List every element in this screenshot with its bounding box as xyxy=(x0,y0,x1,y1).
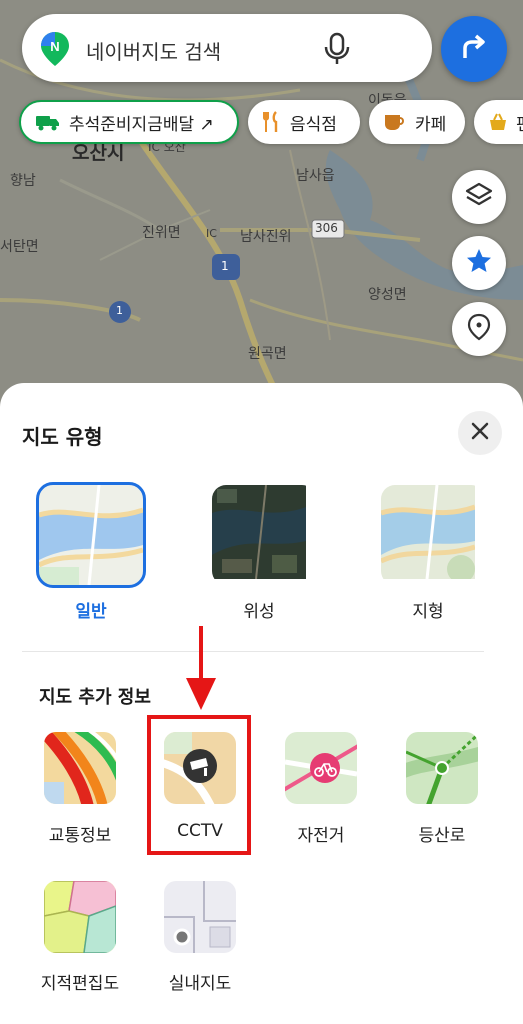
map-type-satellite[interactable] xyxy=(212,485,316,585)
map-label-seotan: 서탄면 xyxy=(0,239,39,255)
traffic-info-card[interactable] xyxy=(44,732,116,804)
coffee-cup-icon xyxy=(383,112,407,132)
hiking-trail-label: 등산로 xyxy=(418,826,466,846)
chip-label: 편 xyxy=(516,110,523,135)
map-type-terrain-label: 지형 xyxy=(412,602,444,622)
map-label-route-1: 1 xyxy=(221,259,229,273)
cctv-label: CCTV xyxy=(177,821,223,841)
search-placeholder[interactable]: 네이버지도 검색 xyxy=(86,36,221,65)
directions-button[interactable] xyxy=(441,16,507,82)
chip-cafe[interactable]: 카페 xyxy=(369,100,465,144)
close-button[interactable] xyxy=(458,411,502,455)
chip-chuseok-delivery[interactable]: 추석준비지금배달 ↗ xyxy=(19,100,239,144)
cadastral-card[interactable] xyxy=(44,881,116,953)
indoor-map-card[interactable] xyxy=(164,881,236,953)
layers-icon xyxy=(465,181,493,213)
map-label-namsajinwi: 남사진위 xyxy=(240,229,292,245)
svg-text:N: N xyxy=(50,39,59,54)
map-type-satellite-label: 위성 xyxy=(243,602,275,622)
map-label-route-1b: 1 xyxy=(116,304,123,317)
map-label-hyangnam: 향남 xyxy=(10,173,36,189)
divider xyxy=(22,651,484,652)
bicycle-card[interactable] xyxy=(285,732,357,804)
cadastral-label: 지적편집도 xyxy=(40,974,120,994)
terrain-map-thumbnail-icon xyxy=(381,485,476,583)
map-label-wongok: 원곡면 xyxy=(248,346,287,362)
sheet-title: 지도 유형 xyxy=(22,425,103,449)
bicycle-map-icon xyxy=(285,732,357,804)
down-arrow-annotation-icon xyxy=(186,626,216,710)
bicycle-label: 자전거 xyxy=(297,826,345,846)
hiking-trail-map-icon xyxy=(406,732,478,804)
map-type-normal[interactable] xyxy=(36,482,146,588)
map-type-sheet: 지도 유형 일반 위성 지형 지도 추가 정보 교통정보 CCTV 자전거 등산… xyxy=(0,383,523,1024)
star-icon xyxy=(465,247,493,279)
delivery-truck-icon xyxy=(35,113,61,131)
chip-label: 추석준비지금배달 ↗ xyxy=(69,114,214,135)
location-pin-icon xyxy=(466,313,492,345)
chip-convenience[interactable]: 편 xyxy=(474,100,523,144)
cadastral-map-icon xyxy=(44,881,116,953)
chip-label: 카페 xyxy=(415,114,447,135)
map-type-normal-label: 일반 xyxy=(75,602,107,622)
indoor-map-label: 실내지도 xyxy=(168,974,232,994)
chip-label: 음식점 xyxy=(290,114,337,135)
map-label-ic: IC xyxy=(206,227,217,240)
microphone-icon[interactable] xyxy=(322,32,352,66)
normal-map-thumbnail-icon xyxy=(39,485,143,585)
chip-restaurant[interactable]: 음식점 xyxy=(248,100,360,144)
map-label-306: 306 xyxy=(315,221,338,235)
favorites-button[interactable] xyxy=(452,236,506,290)
extra-info-title: 지도 추가 정보 xyxy=(39,687,151,708)
map-label-jinwi: 진위면 xyxy=(142,225,181,241)
fork-knife-icon xyxy=(262,111,282,133)
basket-icon xyxy=(488,112,508,132)
map-type-terrain[interactable] xyxy=(381,485,485,585)
close-icon xyxy=(470,421,490,445)
map-label-yangseong: 양성면 xyxy=(368,287,407,303)
directions-arrow-icon xyxy=(459,32,489,66)
my-places-button[interactable] xyxy=(452,302,506,356)
layers-button[interactable] xyxy=(452,170,506,224)
map-label-namsaeup: 남사읍 xyxy=(296,168,335,184)
traffic-info-label: 교통정보 xyxy=(48,826,112,846)
naver-map-logo-icon: N xyxy=(40,31,70,67)
satellite-map-thumbnail-icon xyxy=(212,485,306,580)
traffic-map-icon xyxy=(44,732,116,804)
hiking-trail-card[interactable] xyxy=(406,732,478,804)
indoor-map-icon xyxy=(164,881,236,953)
search-bar[interactable]: N 네이버지도 검색 xyxy=(22,14,432,82)
